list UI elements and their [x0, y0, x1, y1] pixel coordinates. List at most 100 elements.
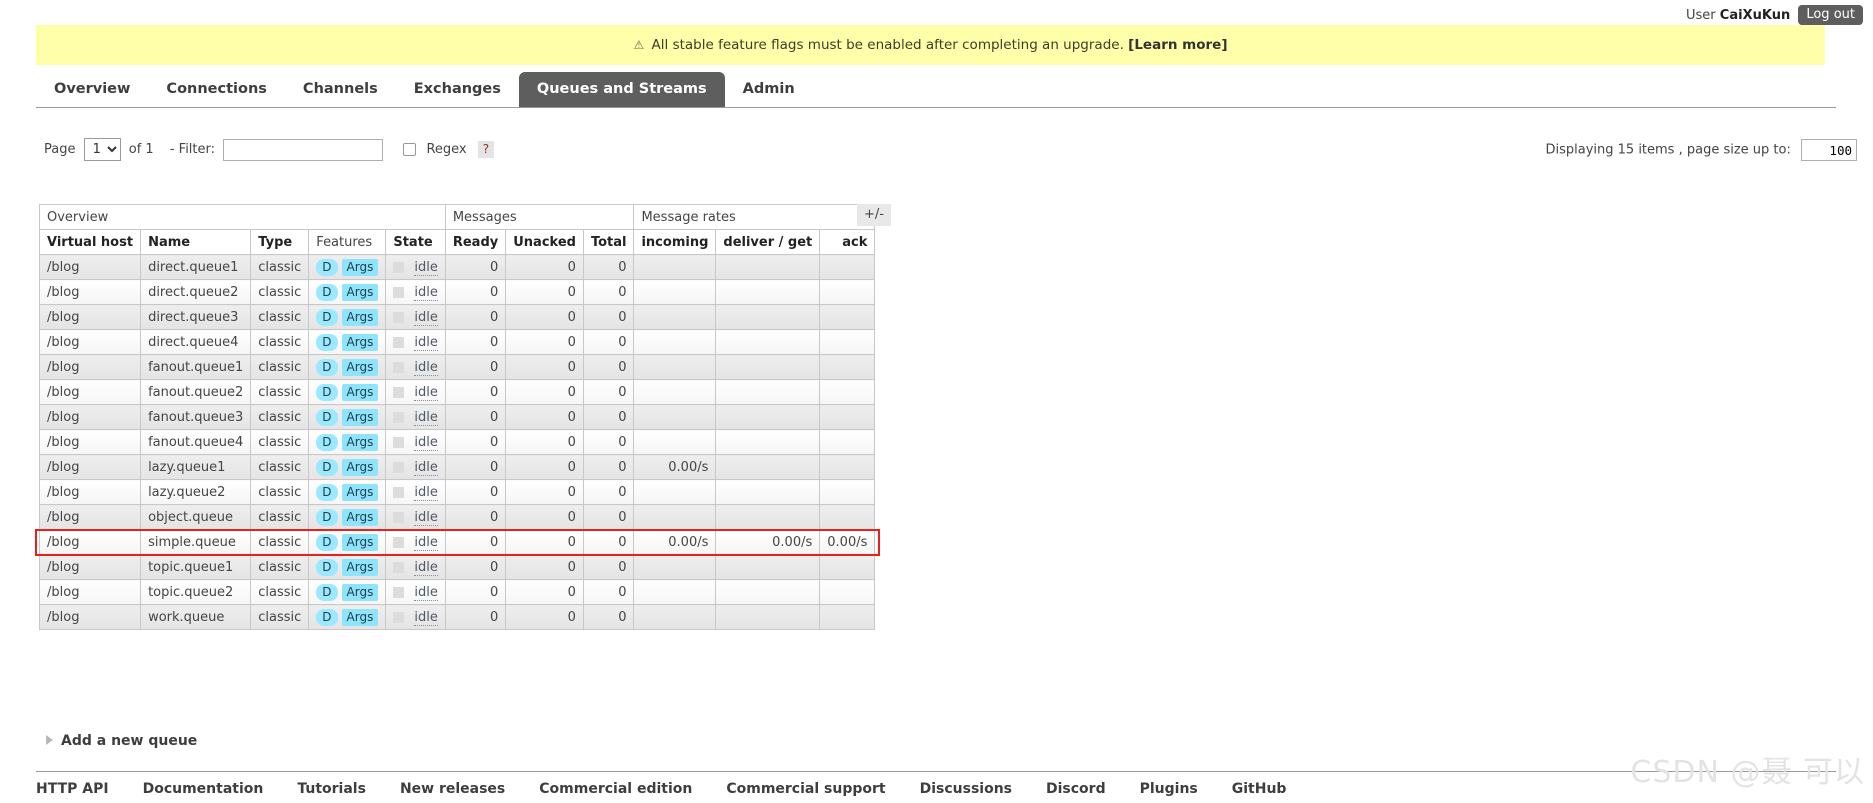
column-header-unacked[interactable]: Unacked — [505, 229, 584, 255]
args-badge[interactable]: Args — [341, 358, 379, 376]
column-header-virtual-host[interactable]: Virtual host — [38, 229, 142, 255]
args-badge[interactable]: Args — [341, 483, 379, 501]
queue-name-link[interactable]: direct.queue1 — [140, 254, 252, 280]
queue-name-link[interactable]: simple.queue — [140, 529, 252, 555]
args-badge[interactable]: Args — [341, 283, 379, 301]
queue-name-link[interactable]: fanout.queue1 — [140, 354, 252, 380]
toggle-columns-button[interactable]: +/- — [857, 204, 891, 226]
column-header-name[interactable]: Name — [140, 229, 252, 255]
table-row[interactable]: /blog fanout.queue1 classic D Args idle 0 0 0 — [38, 354, 876, 380]
durable-badge[interactable]: D — [316, 583, 338, 601]
column-header-state[interactable]: State — [385, 229, 446, 255]
table-row[interactable]: /blog lazy.queue1 classic D Args idle 0 0 0 0.00/… — [38, 454, 876, 480]
durable-badge[interactable]: D — [316, 483, 338, 501]
table-row[interactable]: /blog direct.queue3 classic D Args idle 0 0 0 — [38, 304, 876, 330]
page-size-input[interactable] — [1801, 139, 1857, 161]
durable-badge[interactable]: D — [316, 358, 338, 376]
footer-link-new-releases[interactable]: New releases — [400, 781, 505, 797]
durable-badge[interactable]: D — [316, 308, 338, 326]
footer-link-documentation[interactable]: Documentation — [143, 781, 264, 797]
column-header-deliver-get[interactable]: deliver / get — [715, 229, 821, 255]
args-badge[interactable]: Args — [341, 533, 379, 551]
queue-name-link[interactable]: fanout.queue3 — [140, 404, 252, 430]
durable-badge[interactable]: D — [316, 433, 338, 451]
table-row[interactable]: /blog fanout.queue2 classic D Args idle 0 0 0 — [38, 379, 876, 405]
page-select[interactable]: 1 — [83, 138, 121, 161]
args-badge[interactable]: Args — [341, 508, 379, 526]
durable-badge[interactable]: D — [316, 383, 338, 401]
queue-name-link[interactable]: topic.queue1 — [140, 554, 252, 580]
tab-connections[interactable]: Connections — [148, 72, 285, 107]
tab-overview[interactable]: Overview — [36, 72, 148, 107]
args-badge[interactable]: Args — [341, 433, 379, 451]
state-label: idle — [414, 434, 438, 451]
queue-name-link[interactable]: lazy.queue1 — [140, 454, 252, 480]
args-badge[interactable]: Args — [341, 258, 379, 276]
table-row[interactable]: /blog direct.queue4 classic D Args idle 0 0 0 — [38, 329, 876, 355]
durable-badge[interactable]: D — [316, 283, 338, 301]
regex-help-icon[interactable]: ? — [477, 141, 495, 158]
args-badge[interactable]: Args — [341, 608, 379, 626]
args-badge[interactable]: Args — [341, 383, 379, 401]
table-row[interactable]: /blog lazy.queue2 classic D Args idle 0 0 0 — [38, 479, 876, 505]
learn-more-link[interactable]: [Learn more] — [1128, 37, 1227, 53]
queue-name-link[interactable]: direct.queue4 — [140, 329, 252, 355]
durable-badge[interactable]: D — [316, 533, 338, 551]
args-badge[interactable]: Args — [341, 458, 379, 476]
cell-unacked: 0 — [505, 529, 584, 555]
table-row[interactable]: /blog simple.queue classic D Args idle 0 0 0 0.00… — [38, 529, 876, 555]
tab-admin[interactable]: Admin — [725, 72, 813, 107]
durable-badge[interactable]: D — [316, 558, 338, 576]
tab-exchanges[interactable]: Exchanges — [396, 72, 519, 107]
args-badge[interactable]: Args — [341, 408, 379, 426]
cell-ready: 0 — [444, 604, 507, 630]
column-header-ack[interactable]: ack — [819, 229, 876, 255]
column-header-ready[interactable]: Ready — [444, 229, 507, 255]
footer-link-commercial-edition[interactable]: Commercial edition — [539, 781, 692, 797]
state-indicator-icon — [393, 361, 405, 373]
table-row[interactable]: /blog topic.queue1 classic D Args idle 0 0 0 — [38, 554, 876, 580]
footer-link-plugins[interactable]: Plugins — [1140, 781, 1198, 797]
queue-name-link[interactable]: lazy.queue2 — [140, 479, 252, 505]
footer-link-discussions[interactable]: Discussions — [920, 781, 1012, 797]
durable-badge[interactable]: D — [316, 408, 338, 426]
queue-name-link[interactable]: direct.queue3 — [140, 304, 252, 330]
table-row[interactable]: /blog fanout.queue4 classic D Args idle 0 0 0 — [38, 429, 876, 455]
footer-link-http-api[interactable]: HTTP API — [36, 781, 109, 797]
footer-link-commercial-support[interactable]: Commercial support — [726, 781, 885, 797]
args-badge[interactable]: Args — [341, 308, 379, 326]
queue-name-link[interactable]: topic.queue2 — [140, 579, 252, 605]
queue-name-link[interactable]: direct.queue2 — [140, 279, 252, 305]
durable-badge[interactable]: D — [316, 508, 338, 526]
logout-button[interactable]: Log out — [1798, 5, 1863, 25]
table-row[interactable]: /blog work.queue classic D Args idle 0 0 0 — [38, 604, 876, 630]
durable-badge[interactable]: D — [316, 458, 338, 476]
args-badge[interactable]: Args — [341, 333, 379, 351]
footer-link-tutorials[interactable]: Tutorials — [297, 781, 366, 797]
durable-badge[interactable]: D — [316, 258, 338, 276]
table-row[interactable]: /blog direct.queue1 classic D Args idle 0 0 0 — [38, 254, 876, 280]
column-header-type[interactable]: Type — [250, 229, 310, 255]
column-header-features[interactable]: Features — [308, 229, 387, 255]
table-row[interactable]: /blog fanout.queue3 classic D Args idle 0 0 0 — [38, 404, 876, 430]
args-badge[interactable]: Args — [341, 583, 379, 601]
footer-link-discord[interactable]: Discord — [1046, 781, 1106, 797]
tab-queues-and-streams[interactable]: Queues and Streams — [518, 72, 725, 108]
queue-name-link[interactable]: object.queue — [140, 504, 252, 530]
table-row[interactable]: /blog object.queue classic D Args idle 0 0 0 — [38, 504, 876, 530]
column-header-total[interactable]: Total — [582, 229, 635, 255]
queue-name-link[interactable]: work.queue — [140, 604, 252, 630]
footer-link-github[interactable]: GitHub — [1232, 781, 1287, 797]
tab-channels[interactable]: Channels — [285, 72, 396, 107]
table-row[interactable]: /blog direct.queue2 classic D Args idle 0 0 0 — [38, 279, 876, 305]
table-row[interactable]: /blog topic.queue2 classic D Args idle 0 0 0 — [38, 579, 876, 605]
filter-input[interactable] — [223, 138, 384, 161]
add-new-queue-toggle[interactable]: Add a new queue — [46, 733, 197, 749]
args-badge[interactable]: Args — [341, 558, 379, 576]
regex-checkbox[interactable] — [403, 143, 417, 156]
durable-badge[interactable]: D — [316, 608, 338, 626]
column-header-incoming[interactable]: incoming — [633, 229, 717, 255]
queue-name-link[interactable]: fanout.queue2 — [140, 379, 252, 405]
queue-name-link[interactable]: fanout.queue4 — [140, 429, 252, 455]
durable-badge[interactable]: D — [316, 333, 338, 351]
